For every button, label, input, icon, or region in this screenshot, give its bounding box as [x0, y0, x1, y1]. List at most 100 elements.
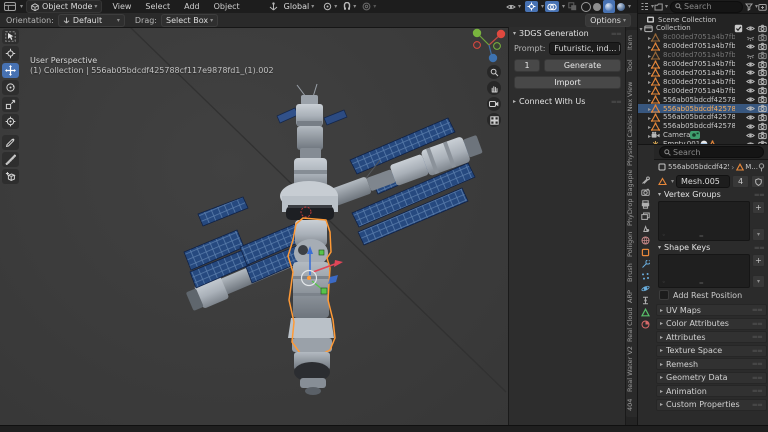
eye-closed-icon[interactable] — [746, 33, 755, 42]
camera-toggle-icon[interactable] — [758, 24, 767, 33]
camera-toggle-icon[interactable] — [758, 95, 767, 104]
proportional-icon[interactable]: ▾ — [360, 1, 378, 12]
vertex-groups-list[interactable]: ◦ ═ — [658, 201, 750, 241]
outliner-row-object[interactable]: ▸ 8c00ded7051a4b7fb4a959 — [638, 68, 768, 77]
outliner-editor-icon[interactable] — [640, 2, 649, 11]
eye-open-icon[interactable] — [746, 113, 755, 122]
orientation-select[interactable]: Global ▾ — [281, 0, 318, 13]
panel-grip-icon[interactable]: ══ — [612, 30, 622, 38]
prompt-input[interactable]: Futuristic, ind... background i — [549, 42, 621, 55]
eye-open-icon[interactable] — [746, 131, 755, 140]
visibility-icon[interactable]: ▾ — [504, 1, 523, 12]
axis-x-ball[interactable] — [497, 30, 505, 38]
menu-select[interactable]: Select — [138, 2, 177, 11]
outliner-search-input[interactable]: Search — [670, 1, 743, 13]
outliner-row-object[interactable]: ▸ 8c00ded7051a4b7fb4a959 — [638, 86, 768, 95]
checkbox-icon[interactable] — [734, 24, 743, 33]
outliner-row-object[interactable]: ▸ 556ab05bdcdf425788cf11 — [638, 113, 768, 122]
panel-attributes[interactable]: ▸Attributes══ — [656, 331, 767, 343]
panel-texture-space[interactable]: ▸Texture Space══ — [656, 345, 767, 357]
list-resize-grip[interactable]: ◦ — [662, 279, 666, 286]
properties-tab-material-icon[interactable] — [638, 319, 653, 330]
users-count-button[interactable]: 4 — [732, 175, 749, 188]
properties-tab-render-icon[interactable] — [638, 187, 653, 198]
properties-search-input[interactable]: Search — [659, 146, 764, 158]
panel-grip-icon[interactable]: ══ — [612, 98, 622, 106]
move-tool-button[interactable] — [2, 63, 19, 78]
count-field[interactable]: 1 — [514, 59, 540, 72]
orientation-dropdown[interactable]: Default ▾ — [58, 14, 125, 27]
properties-tab-tool-icon[interactable] — [638, 175, 653, 186]
list-grab-handle[interactable]: ═ — [700, 233, 704, 240]
generate-button[interactable]: Generate — [544, 59, 621, 72]
transform-tool-button[interactable] — [2, 114, 19, 129]
options-button[interactable]: Options ▾ — [585, 14, 631, 27]
new-collection-icon[interactable] — [758, 3, 767, 11]
properties-tab-modifiers-icon[interactable] — [638, 259, 653, 270]
panel-geometry-data[interactable]: ▸Geometry Data══ — [656, 372, 767, 384]
space-station-model[interactable] — [184, 84, 484, 395]
outliner-row-object[interactable]: ▸ 8c00ded7051a4b7fb4a959 — [638, 51, 768, 60]
xray-icon[interactable] — [566, 1, 579, 12]
eye-open-icon[interactable] — [746, 60, 755, 69]
eye-open-icon[interactable] — [746, 68, 755, 77]
axis-y-ball[interactable] — [473, 29, 481, 37]
outliner-row-object[interactable]: ▸ 556ab05bdcdf425788cf11 — [638, 122, 768, 131]
camera-toggle-icon[interactable] — [758, 131, 767, 140]
vertex-groups-header[interactable]: ▾ Vertex Groups ══ — [654, 189, 768, 200]
eye-closed-icon[interactable] — [746, 51, 755, 60]
rotate-tool-button[interactable] — [2, 80, 19, 95]
add-vertex-group-button[interactable]: + — [752, 201, 765, 214]
annotate-tool-button[interactable] — [2, 135, 19, 150]
properties-tab-output-icon[interactable] — [638, 199, 653, 210]
properties-tab-object-data-icon[interactable] — [638, 307, 653, 318]
vertex-group-specials-button[interactable]: ▾ — [752, 228, 765, 241]
display-mode-icon[interactable] — [654, 3, 663, 11]
tweak-tool-button[interactable] — [2, 29, 19, 44]
outliner-row-collection[interactable]: ▾Collection — [638, 24, 768, 33]
list-grab-handle[interactable]: ═ — [700, 280, 704, 287]
outliner-row-object[interactable]: ▸ 556ab05bdcdf425788cf11 — [638, 95, 768, 104]
camera-toggle-icon[interactable] — [758, 104, 767, 113]
mode-select[interactable]: Object Mode ▾ — [26, 0, 102, 13]
properties-tab-scene-icon[interactable] — [638, 223, 653, 234]
eye-open-icon[interactable] — [746, 77, 755, 86]
3d-viewport[interactable]: User Perspective (1) Collection | 556ab0… — [0, 27, 508, 425]
shading-material-icon[interactable] — [603, 0, 615, 13]
mesh-data-dropdown-icon[interactable] — [658, 177, 667, 186]
camera-toggle-icon[interactable] — [758, 113, 767, 122]
camera-view-icon[interactable] — [487, 97, 501, 111]
menu-object[interactable]: Object — [207, 2, 247, 11]
camera-toggle-icon[interactable] — [758, 86, 767, 95]
editor-type-icon[interactable] — [4, 2, 16, 11]
eye-open-icon[interactable] — [746, 24, 755, 33]
pan-hand-icon[interactable] — [487, 81, 501, 95]
fake-user-shield-icon[interactable] — [751, 175, 765, 188]
camera-toggle-icon[interactable] — [758, 33, 767, 42]
camera-toggle-icon[interactable] — [758, 60, 767, 69]
overlays-icon[interactable] — [545, 1, 559, 12]
cursor-tool-button[interactable] — [2, 46, 19, 61]
breadcrumb-mesh[interactable]: M... — [745, 163, 758, 171]
menu-add[interactable]: Add — [177, 2, 207, 11]
shape-keys-header[interactable]: ▾ Shape Keys ══ — [654, 242, 768, 253]
add-shape-key-button[interactable]: + — [752, 254, 765, 267]
add-cube-tool-button[interactable] — [2, 169, 19, 184]
eye-open-icon[interactable] — [746, 122, 755, 131]
import-button[interactable]: Import — [514, 76, 621, 89]
camera-toggle-icon[interactable] — [758, 51, 767, 60]
outliner-row-object[interactable]: ▸ 8c00ded7051a4b7fb4a959 — [638, 33, 768, 42]
outliner-row-object[interactable]: ▸ 8c00ded7051a4b7fb4a959 — [638, 77, 768, 86]
eye-open-icon[interactable] — [746, 86, 755, 95]
menu-view[interactable]: View — [105, 2, 138, 11]
mesh-name-field[interactable]: Mesh.005 — [676, 175, 730, 188]
camera-toggle-icon[interactable] — [758, 42, 767, 51]
scale-tool-button[interactable] — [2, 97, 19, 112]
properties-tab-physics-icon[interactable] — [638, 283, 653, 294]
navigation-gizmo[interactable] — [470, 28, 508, 66]
panel-remesh[interactable]: ▸Remesh══ — [656, 358, 767, 370]
properties-tab-object-icon[interactable] — [638, 247, 653, 258]
panel-uv-maps[interactable]: ▸UV Maps══ — [656, 304, 767, 316]
magnet-icon[interactable]: ▾ — [341, 1, 358, 12]
properties-tab-view-layer-icon[interactable] — [638, 211, 653, 222]
